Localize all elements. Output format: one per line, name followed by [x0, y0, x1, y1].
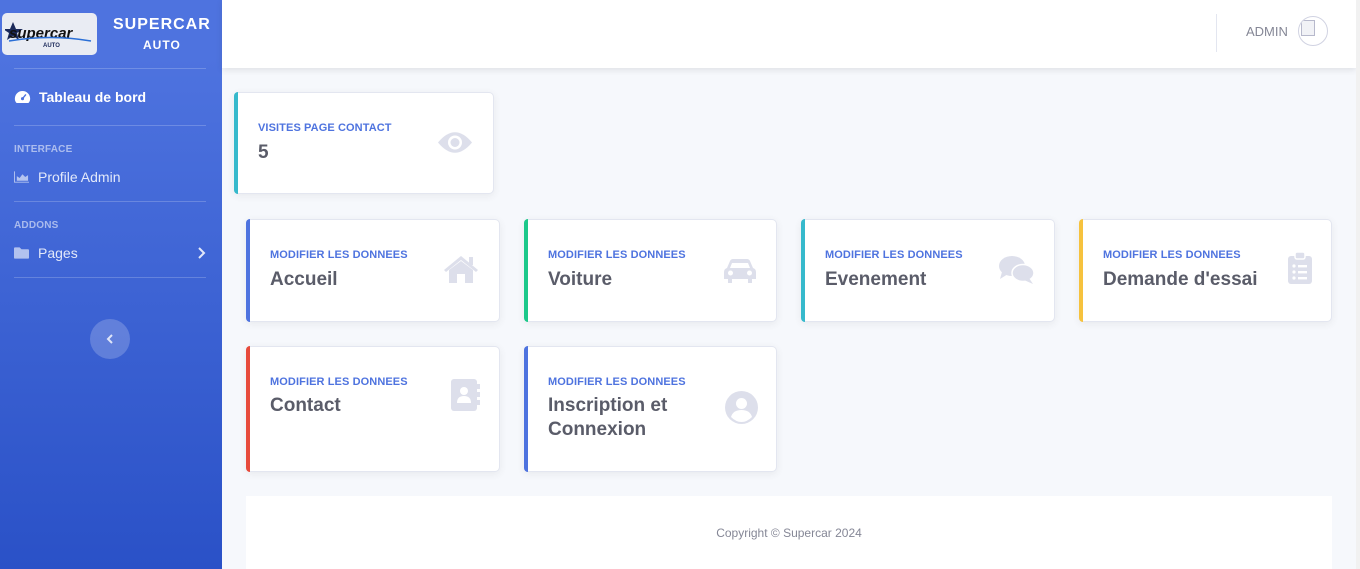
card-demande-essai[interactable]: MODIFIER LES DONNEES Demande d'essai — [1079, 219, 1332, 322]
card-title: Voiture — [548, 269, 613, 290]
card-label: MODIFIER LES DONNEES — [270, 249, 408, 261]
card-label: MODIFIER LES DONNEES — [270, 376, 408, 388]
clipboard-list-icon — [1288, 252, 1312, 284]
card-title-line2: Connexion — [548, 419, 647, 440]
card-title: Contact — [270, 395, 341, 416]
sidebar-item-dashboard[interactable]: Tableau de bord — [0, 69, 222, 125]
card-title: Evenement — [825, 269, 927, 290]
card-label: MODIFIER LES DONNEES — [1103, 249, 1241, 261]
avatar — [1297, 16, 1328, 46]
sidebar-heading-interface: INTERFACE — [14, 144, 73, 155]
sidebar-divider — [14, 277, 206, 278]
chevron-left-icon — [106, 334, 113, 344]
card-title-line1: Inscription et — [548, 395, 668, 416]
copyright-text: Copyright © Supercar 2024 — [716, 526, 862, 540]
topbar-divider — [1216, 14, 1217, 52]
chevron-right-icon — [198, 247, 206, 259]
sidebar-toggle-button[interactable] — [90, 319, 130, 359]
card-accent-bar — [524, 346, 528, 472]
car-icon — [724, 259, 756, 283]
card-accent-bar — [524, 219, 528, 322]
card-label: MODIFIER LES DONNEES — [548, 376, 686, 388]
folder-icon — [14, 247, 29, 259]
scrollbar[interactable] — [1356, 0, 1360, 569]
card-title: Inscription et Connexion — [548, 394, 667, 442]
stat-value: 5 — [258, 142, 269, 163]
card-inscription-connexion[interactable]: MODIFIER LES DONNEES Inscription et Conn… — [524, 346, 777, 472]
card-title: Accueil — [270, 269, 338, 290]
card-accent-bar — [1079, 219, 1083, 322]
card-accent-bar — [234, 92, 238, 194]
svg-text:AUTO: AUTO — [43, 43, 60, 49]
card-accent-bar — [801, 219, 805, 322]
card-accueil[interactable]: MODIFIER LES DONNEES Accueil — [246, 219, 500, 322]
address-book-icon — [451, 379, 480, 411]
sidebar-item-pages[interactable]: Pages — [0, 237, 222, 277]
footer: Copyright © Supercar 2024 — [246, 496, 1332, 569]
card-accent-bar — [246, 346, 250, 472]
user-circle-icon — [725, 391, 758, 424]
card-evenement[interactable]: MODIFIER LES DONNEES Evenement — [801, 219, 1055, 322]
sidebar-item-profile[interactable]: Profile Admin — [0, 161, 222, 201]
card-title: Demande d'essai — [1103, 269, 1258, 290]
comments-icon — [999, 256, 1035, 284]
card-label: MODIFIER LES DONNEES — [548, 249, 686, 261]
home-icon — [444, 256, 478, 283]
brand-title-line1: SUPERCAR — [113, 16, 211, 33]
brand-title: SUPERCAR AUTO — [113, 16, 211, 52]
tachometer-icon — [14, 91, 31, 103]
topbar: ADMIN — [222, 0, 1356, 68]
sidebar-item-label: Profile Admin — [38, 169, 121, 185]
stat-label: VISITES PAGE CONTACT — [258, 122, 392, 134]
brand-title-line2: AUTO — [143, 38, 181, 52]
stat-card-contact-visits: VISITES PAGE CONTACT 5 — [234, 92, 494, 194]
card-voiture[interactable]: MODIFIER LES DONNEES Voiture — [524, 219, 777, 322]
card-accent-bar — [246, 219, 250, 322]
brand[interactable]: supercar AUTO SUPERCAR AUTO — [0, 0, 222, 68]
sidebar-item-label: Tableau de bord — [39, 89, 147, 105]
sidebar-heading-addons: ADDONS — [14, 220, 59, 231]
brand-logo: supercar AUTO — [2, 13, 97, 55]
card-label: MODIFIER LES DONNEES — [825, 249, 963, 261]
user-name: ADMIN — [1246, 23, 1288, 39]
card-contact[interactable]: MODIFIER LES DONNEES Contact — [246, 346, 500, 472]
sidebar-item-label: Pages — [38, 245, 78, 261]
user-dropdown[interactable]: ADMIN — [1246, 16, 1328, 46]
eye-icon — [438, 132, 472, 153]
sidebar: supercar AUTO SUPERCAR AUTO Tableau de b… — [0, 0, 222, 569]
supercar-logo-icon: supercar AUTO — [4, 16, 95, 52]
chart-area-icon — [14, 171, 29, 183]
